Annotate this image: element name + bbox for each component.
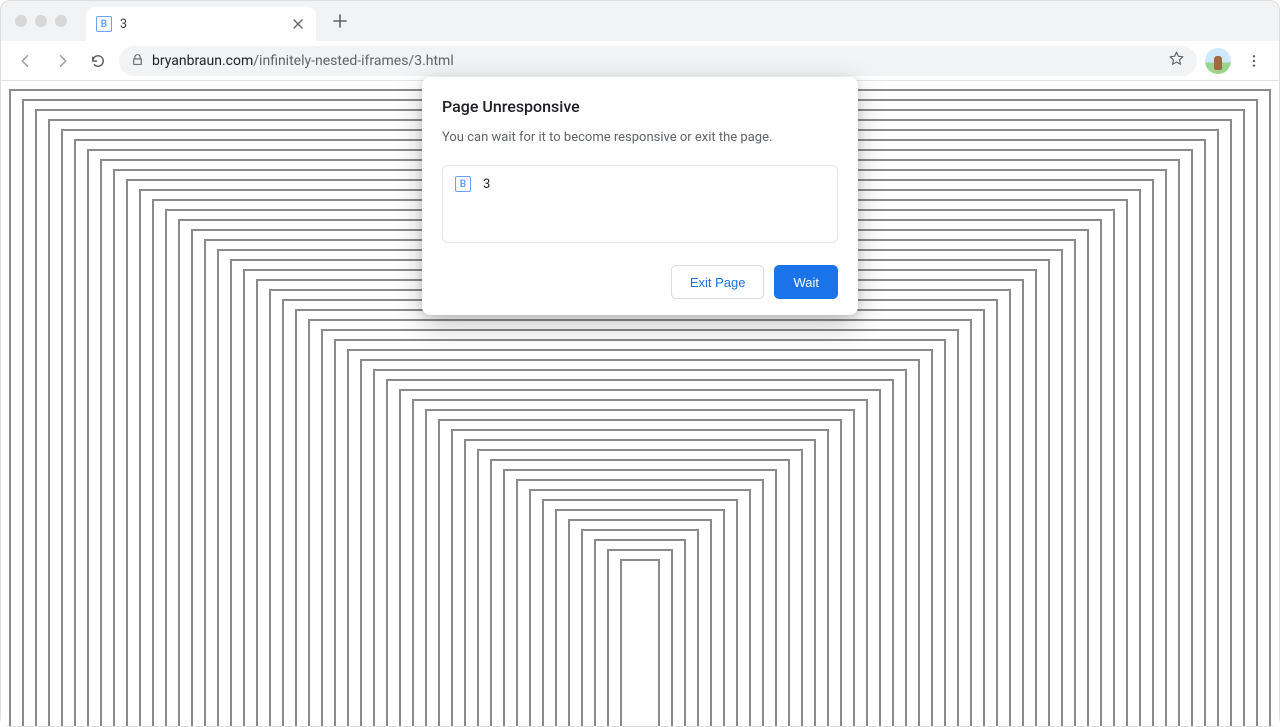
- close-tab-button[interactable]: [290, 16, 306, 32]
- dialog-body: You can wait for it to become responsive…: [442, 130, 838, 145]
- page-favicon: B: [455, 176, 471, 192]
- reload-button[interactable]: [83, 46, 113, 76]
- page-label: 3: [483, 177, 490, 192]
- unresponsive-page-item[interactable]: B 3: [455, 176, 825, 192]
- wait-button[interactable]: Wait: [774, 265, 838, 299]
- kebab-icon: [1246, 53, 1262, 69]
- minimize-window-button[interactable]: [35, 15, 47, 27]
- star-icon: [1168, 50, 1185, 67]
- dialog-title: Page Unresponsive: [442, 97, 838, 116]
- back-button[interactable]: [11, 46, 41, 76]
- dialog-actions: Exit Page Wait: [442, 265, 838, 299]
- tab-title: 3: [120, 17, 290, 32]
- profile-button[interactable]: [1203, 46, 1233, 76]
- bookmark-button[interactable]: [1168, 50, 1185, 71]
- page-unresponsive-dialog: Page Unresponsive You can wait for it to…: [422, 77, 858, 315]
- close-icon: [293, 19, 303, 29]
- back-icon: [17, 52, 35, 70]
- lock-icon: [131, 51, 144, 70]
- url-text: bryanbraun.com/infinitely-nested-iframes…: [152, 53, 454, 69]
- maximize-window-button[interactable]: [55, 15, 67, 27]
- reload-icon: [89, 52, 107, 70]
- forward-button: [47, 46, 77, 76]
- nested-frame: [620, 559, 660, 726]
- window-controls: [15, 15, 67, 27]
- exit-page-button[interactable]: Exit Page: [671, 265, 765, 299]
- forward-icon: [53, 52, 71, 70]
- browser-chrome: B 3 bryanbraun.com/infinitely-nested-ifr…: [1, 1, 1279, 81]
- browser-toolbar: bryanbraun.com/infinitely-nested-iframes…: [1, 41, 1279, 81]
- browser-tab[interactable]: B 3: [86, 7, 316, 41]
- close-window-button[interactable]: [15, 15, 27, 27]
- browser-menu-button[interactable]: [1239, 46, 1269, 76]
- tab-strip: B 3: [1, 1, 1279, 41]
- url-bar[interactable]: bryanbraun.com/infinitely-nested-iframes…: [119, 46, 1197, 76]
- avatar-icon: [1205, 48, 1231, 74]
- unresponsive-page-list: B 3: [442, 165, 838, 243]
- new-tab-button[interactable]: [326, 7, 354, 35]
- plus-icon: [333, 14, 347, 28]
- tab-favicon: B: [96, 16, 112, 32]
